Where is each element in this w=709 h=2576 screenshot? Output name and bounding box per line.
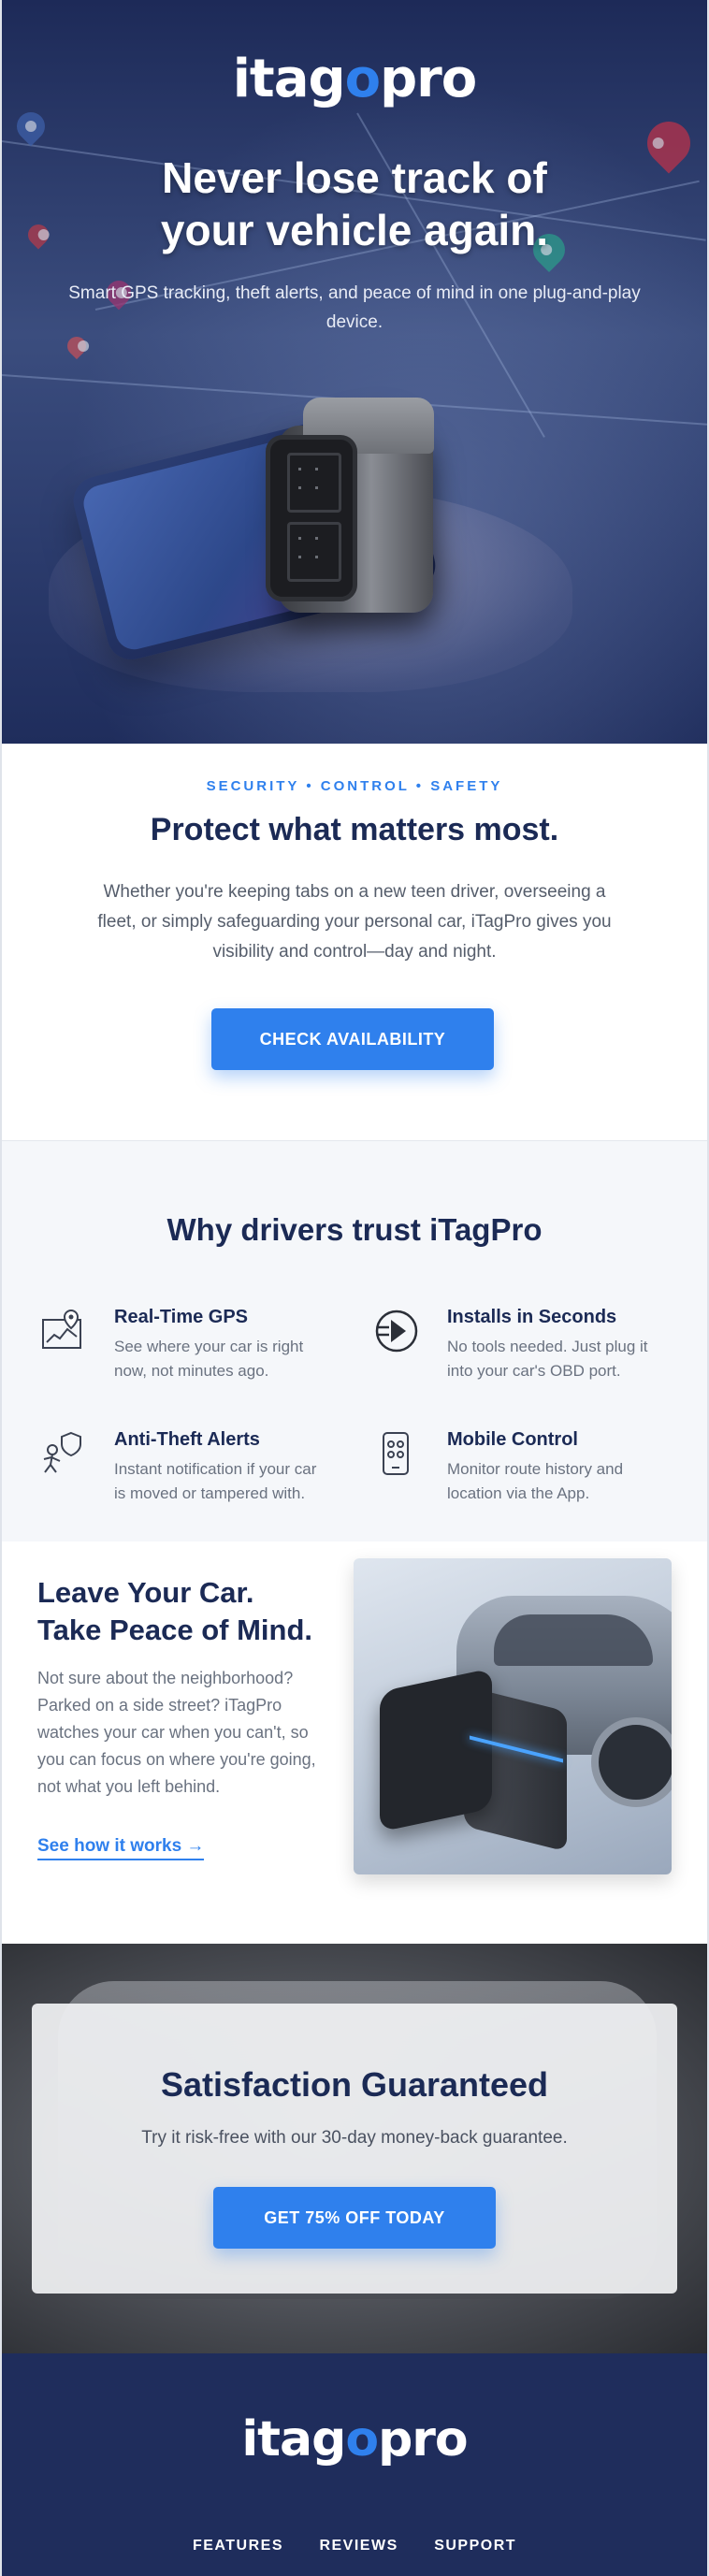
feature-heading: Real-Time GPS <box>114 1307 249 1327</box>
peace-title: Leave Your Car. Take Peace of Mind. <box>37 1576 313 1646</box>
email-container: itagopro Never lose track of your vehicl… <box>2 0 707 2576</box>
feature-heading: Mobile Control <box>447 1429 578 1450</box>
guarantee-card <box>32 2004 677 2294</box>
footer-link-features[interactable]: FEATURES <box>193 2538 283 2554</box>
logo[interactable]: itagopro <box>2 49 707 109</box>
footer-nav: FEATURES REVIEWS SUPPORT <box>2 2538 707 2554</box>
shield-thief-icon <box>43 1431 81 1473</box>
eyebrow-text: SECURITY • CONTROL • SAFETY <box>206 778 503 794</box>
hero-title: Never lose track of your vehicle again. <box>160 153 549 254</box>
obd-device-image <box>266 398 434 622</box>
footer-logo[interactable]: itagopro <box>2 2411 707 2467</box>
peace-body: Not sure about the neighborhood? Parked … <box>37 1669 316 1796</box>
feature-text: No tools needed. Just plug it into your … <box>447 1338 648 1380</box>
features-title: Why drivers trust iTagPro <box>166 1212 543 1247</box>
get-discount-button[interactable]: GET 75% OFF TODAY <box>213 2187 496 2249</box>
feature-heading: Anti-Theft Alerts <box>114 1429 260 1450</box>
map-gps-icon <box>42 1309 81 1349</box>
intro-title: Protect what matters most. <box>150 812 559 847</box>
device-and-car-image <box>354 1558 672 1874</box>
footer-link-support[interactable]: SUPPORT <box>434 2538 516 2554</box>
guarantee-subtitle: Try it risk-free with our 30-day money-b… <box>141 2128 568 2148</box>
feature-text: See where your car is right now, not min… <box>114 1338 304 1380</box>
feature-heading: Installs in Seconds <box>447 1307 617 1327</box>
guarantee-title: Satisfaction Guaranteed <box>160 2065 549 2104</box>
feature-text: Instant notification if your car is move… <box>114 1460 317 1502</box>
footer-link-reviews[interactable]: REVIEWS <box>319 2538 398 2554</box>
see-how-it-works-link[interactable]: See how it works → <box>37 1836 205 1860</box>
hero-section: itagopro Never lose track of your vehicl… <box>2 0 707 744</box>
mobile-app-icon <box>383 1432 409 1475</box>
plug-icon <box>375 1310 418 1353</box>
check-availability-button[interactable]: CHECK AVAILABILITY <box>211 1008 494 1070</box>
feature-text: Monitor route history and location via t… <box>447 1460 624 1502</box>
hero-subtitle: Smart GPS tracking, theft alerts, and pe… <box>68 283 641 332</box>
intro-body: Whether you're keeping tabs on a new tee… <box>97 882 612 962</box>
